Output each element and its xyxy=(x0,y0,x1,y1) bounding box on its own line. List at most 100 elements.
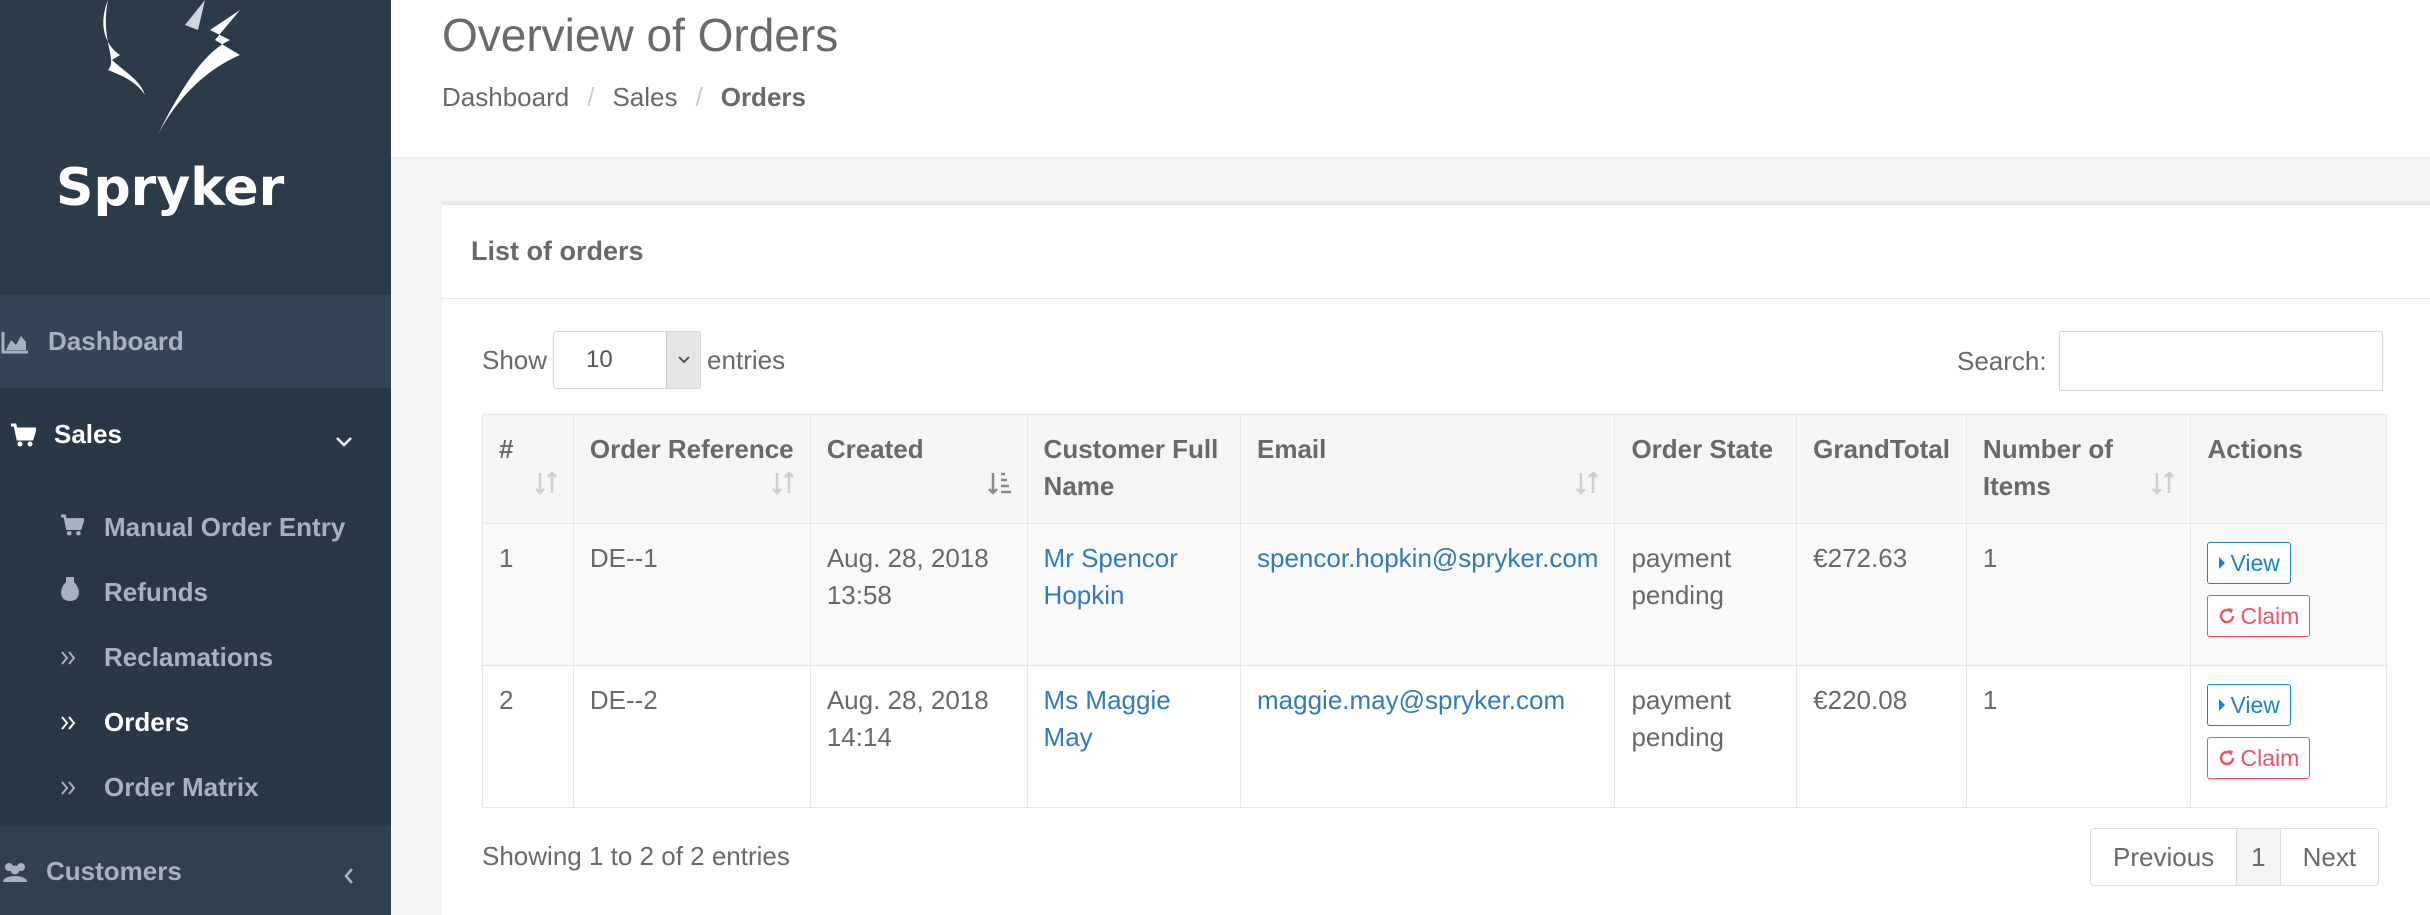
column-header-number-of-items[interactable]: Number of Items xyxy=(1965,414,2192,524)
breadcrumb: Dashboard / Sales / Orders xyxy=(442,82,806,113)
column-header-email[interactable]: Email xyxy=(1239,414,1616,524)
sidebar-item-label: Orders xyxy=(104,707,190,737)
table-header-row: # Order Reference Created Customer Full … xyxy=(482,414,2387,524)
double-chevron-right-icon xyxy=(60,772,90,803)
claim-button-label: Claim xyxy=(2240,744,2300,771)
sort-both-icon xyxy=(533,468,559,505)
double-chevron-right-icon xyxy=(60,707,90,738)
sidebar-item-orders[interactable]: Orders xyxy=(0,690,391,755)
cell-order-state: payment pending xyxy=(1614,523,1798,666)
search-input[interactable] xyxy=(2058,331,2383,391)
cell-email: maggie.may@spryker.com xyxy=(1239,665,1616,808)
page-title: Overview of Orders xyxy=(442,9,839,61)
column-label: Customer Full Name xyxy=(1043,434,1219,501)
cell-number-of-items: 1 xyxy=(1965,665,2192,808)
sidebar-item-reclamations[interactable]: Reclamations xyxy=(0,625,391,690)
cell-order-state: payment pending xyxy=(1614,665,1798,808)
refresh-icon xyxy=(2220,750,2235,766)
page-length-select[interactable]: 10 xyxy=(553,331,702,389)
column-label: Order State xyxy=(1631,434,1774,464)
orders-panel: List of orders Show 10 entries Search: # xyxy=(442,201,2430,915)
cell-customer: Mr Spencor Hopkin xyxy=(1026,523,1242,666)
sidebar-item-refunds[interactable]: Refunds xyxy=(0,560,391,625)
column-label: GrandTotal xyxy=(1813,434,1950,464)
page-length-control: Show 10 entries xyxy=(482,331,785,389)
sidebar-item-sales[interactable]: Sales xyxy=(0,388,391,481)
sidebar-item-label: Refunds xyxy=(104,577,208,607)
sidebar-item-label: Dashboard xyxy=(48,326,184,356)
sidebar-item-dashboard[interactable]: Dashboard xyxy=(0,295,391,388)
customer-link[interactable]: Mr Spencor Hopkin xyxy=(1044,543,1178,610)
breadcrumb-dashboard[interactable]: Dashboard xyxy=(442,82,569,113)
column-label: Order Reference xyxy=(589,434,794,464)
table-row: 1 DE--1 Aug. 28, 2018 13:58 Mr Spencor H… xyxy=(482,523,2387,666)
column-label: Actions xyxy=(2207,434,2303,464)
cell-created: Aug. 28, 2018 13:58 xyxy=(809,523,1028,666)
sales-submenu: Manual Order Entry Refunds Reclamations … xyxy=(0,481,391,826)
entries-label: entries xyxy=(707,344,786,375)
cell-grand-total: €272.63 xyxy=(1796,523,1967,666)
sidebar-item-order-matrix[interactable]: Order Matrix xyxy=(0,755,391,820)
breadcrumb-separator: / xyxy=(695,82,703,112)
column-header-actions: Actions xyxy=(2190,414,2387,524)
chevron-down-icon xyxy=(666,332,701,388)
spryker-logo-icon xyxy=(103,0,240,140)
sidebar-item-customers[interactable]: Customers xyxy=(0,828,391,915)
column-label: # xyxy=(499,434,514,464)
email-link[interactable]: maggie.may@spryker.com xyxy=(1257,685,1565,715)
chevron-left-icon xyxy=(343,861,355,892)
show-label: Show xyxy=(482,344,548,375)
cell-order-reference: DE--2 xyxy=(572,665,811,808)
brand-name: Spryker xyxy=(56,158,285,218)
table-info: Showing 1 to 2 of 2 entries xyxy=(482,841,790,871)
sort-both-icon xyxy=(1574,468,1600,505)
pagination-page-button[interactable]: 1 xyxy=(2237,829,2281,885)
column-header-number[interactable]: # xyxy=(482,414,574,524)
caret-right-icon xyxy=(2219,557,2226,569)
column-header-created[interactable]: Created xyxy=(809,414,1028,524)
cell-created: Aug. 28, 2018 14:14 xyxy=(809,665,1028,808)
email-link[interactable]: spencor.hopkin@spryker.com xyxy=(1257,543,1598,573)
view-button-label: View xyxy=(2230,549,2280,576)
sidebar-item-label: Manual Order Entry xyxy=(104,512,346,542)
cell-email: spencor.hopkin@spryker.com xyxy=(1239,523,1616,666)
claim-button[interactable]: Claim xyxy=(2207,737,2311,779)
column-header-grand-total: GrandTotal xyxy=(1796,414,1967,524)
cell-order-reference: DE--1 xyxy=(572,523,811,666)
refresh-icon xyxy=(2220,608,2235,624)
search-label: Search: xyxy=(1957,345,2047,376)
view-button[interactable]: View xyxy=(2207,542,2291,584)
claim-button[interactable]: Claim xyxy=(2207,595,2311,637)
customer-link[interactable]: Ms Maggie May xyxy=(1044,685,1171,752)
breadcrumb-separator: / xyxy=(587,82,595,112)
pagination-next-button[interactable]: Next xyxy=(2280,829,2379,885)
column-header-order-reference[interactable]: Order Reference xyxy=(572,414,811,524)
column-label: Created xyxy=(826,434,924,464)
breadcrumb-orders: Orders xyxy=(720,82,806,112)
brand-area: Spryker xyxy=(0,0,391,295)
breadcrumb-sales[interactable]: Sales xyxy=(612,82,677,113)
column-header-order-state: Order State xyxy=(1614,414,1798,524)
column-header-customer-full-name: Customer Full Name xyxy=(1026,414,1242,524)
pagination-previous-button[interactable]: Previous xyxy=(2091,829,2238,885)
cell-number-of-items: 1 xyxy=(1965,523,2192,666)
money-bag-icon xyxy=(60,576,90,609)
chevron-down-icon xyxy=(335,424,353,455)
cell-actions: View Claim xyxy=(2190,523,2387,666)
page-length-value: 10 xyxy=(586,346,613,373)
pagination: Previous 1 Next xyxy=(2090,828,2380,886)
search-control: Search: xyxy=(1957,331,2383,391)
sidebar-item-label: Customers xyxy=(46,856,182,886)
shopping-cart-icon xyxy=(60,512,90,543)
cell-actions: View Claim xyxy=(2190,665,2387,808)
users-icon xyxy=(0,857,30,887)
page-header: Overview of Orders Dashboard / Sales / O… xyxy=(391,0,2430,158)
sidebar-item-manual-order-entry[interactable]: Manual Order Entry xyxy=(0,495,391,560)
sidebar: Spryker Dashboard Sales Manual Order Ent… xyxy=(0,0,391,915)
orders-table: # Order Reference Created Customer Full … xyxy=(482,414,2387,808)
panel-title: List of orders xyxy=(471,236,644,266)
sidebar-item-label: Reclamations xyxy=(104,642,274,672)
view-button[interactable]: View xyxy=(2207,684,2291,726)
cell-customer: Ms Maggie May xyxy=(1026,665,1242,808)
view-button-label: View xyxy=(2230,691,2280,718)
